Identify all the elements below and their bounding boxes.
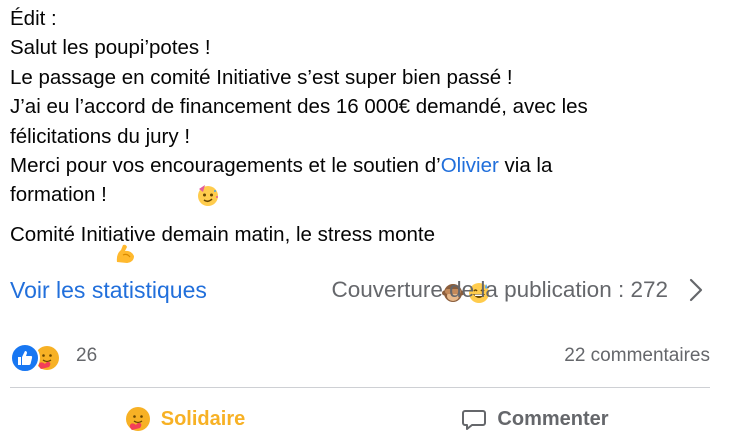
comments-count[interactable]: 22 commentaires	[564, 345, 710, 367]
care-reaction-icon	[125, 407, 150, 431]
like-reaction-icon	[10, 343, 40, 373]
comment-button[interactable]: Commenter	[360, 398, 710, 440]
post-line: Le passage en comité Initiative s’est su…	[10, 65, 513, 89]
post-reach-text[interactable]: Couverture de la publication : 272	[332, 277, 668, 303]
stats-row: Voir les statistiques Couverture de la p…	[10, 270, 710, 310]
post-line: formation !	[10, 180, 720, 263]
post-line: Édit :	[10, 7, 57, 30]
mention-link[interactable]: Olivier	[441, 151, 499, 180]
see-no-evil-monkey-emoji	[441, 223, 465, 303]
comment-label: Commenter	[497, 407, 609, 430]
partying-face-emoji	[196, 124, 220, 207]
post-line: Merci pour vos encouragements et le sout…	[10, 151, 720, 180]
divider	[10, 387, 710, 388]
view-statistics-link[interactable]: Voir les statistiques	[10, 277, 207, 304]
reaction-count[interactable]: 26	[76, 345, 97, 367]
post-line: J’ai eu l’accord de financement des 16 0…	[10, 95, 588, 119]
post-text: Édit : Salut les poupi’potes ! Le passag…	[10, 4, 720, 304]
post-line: Comité Initiative demain matin, le stres…	[10, 220, 720, 304]
flexed-biceps-emoji	[113, 183, 137, 263]
comment-icon	[462, 410, 487, 430]
chevron-right-icon[interactable]	[686, 276, 706, 304]
post-line: félicitations du jury !	[10, 122, 720, 207]
action-bar: Solidaire Commenter	[10, 398, 710, 440]
reactions-summary: 26 22 commentaires	[10, 340, 710, 373]
grinning-sweat-emoji	[467, 223, 491, 304]
post-line: Salut les poupi’potes !	[10, 36, 211, 60]
solidaire-label: Solidaire	[160, 407, 246, 430]
reaction-icons[interactable]	[10, 342, 68, 373]
solidaire-reaction-button[interactable]: Solidaire	[10, 398, 360, 440]
